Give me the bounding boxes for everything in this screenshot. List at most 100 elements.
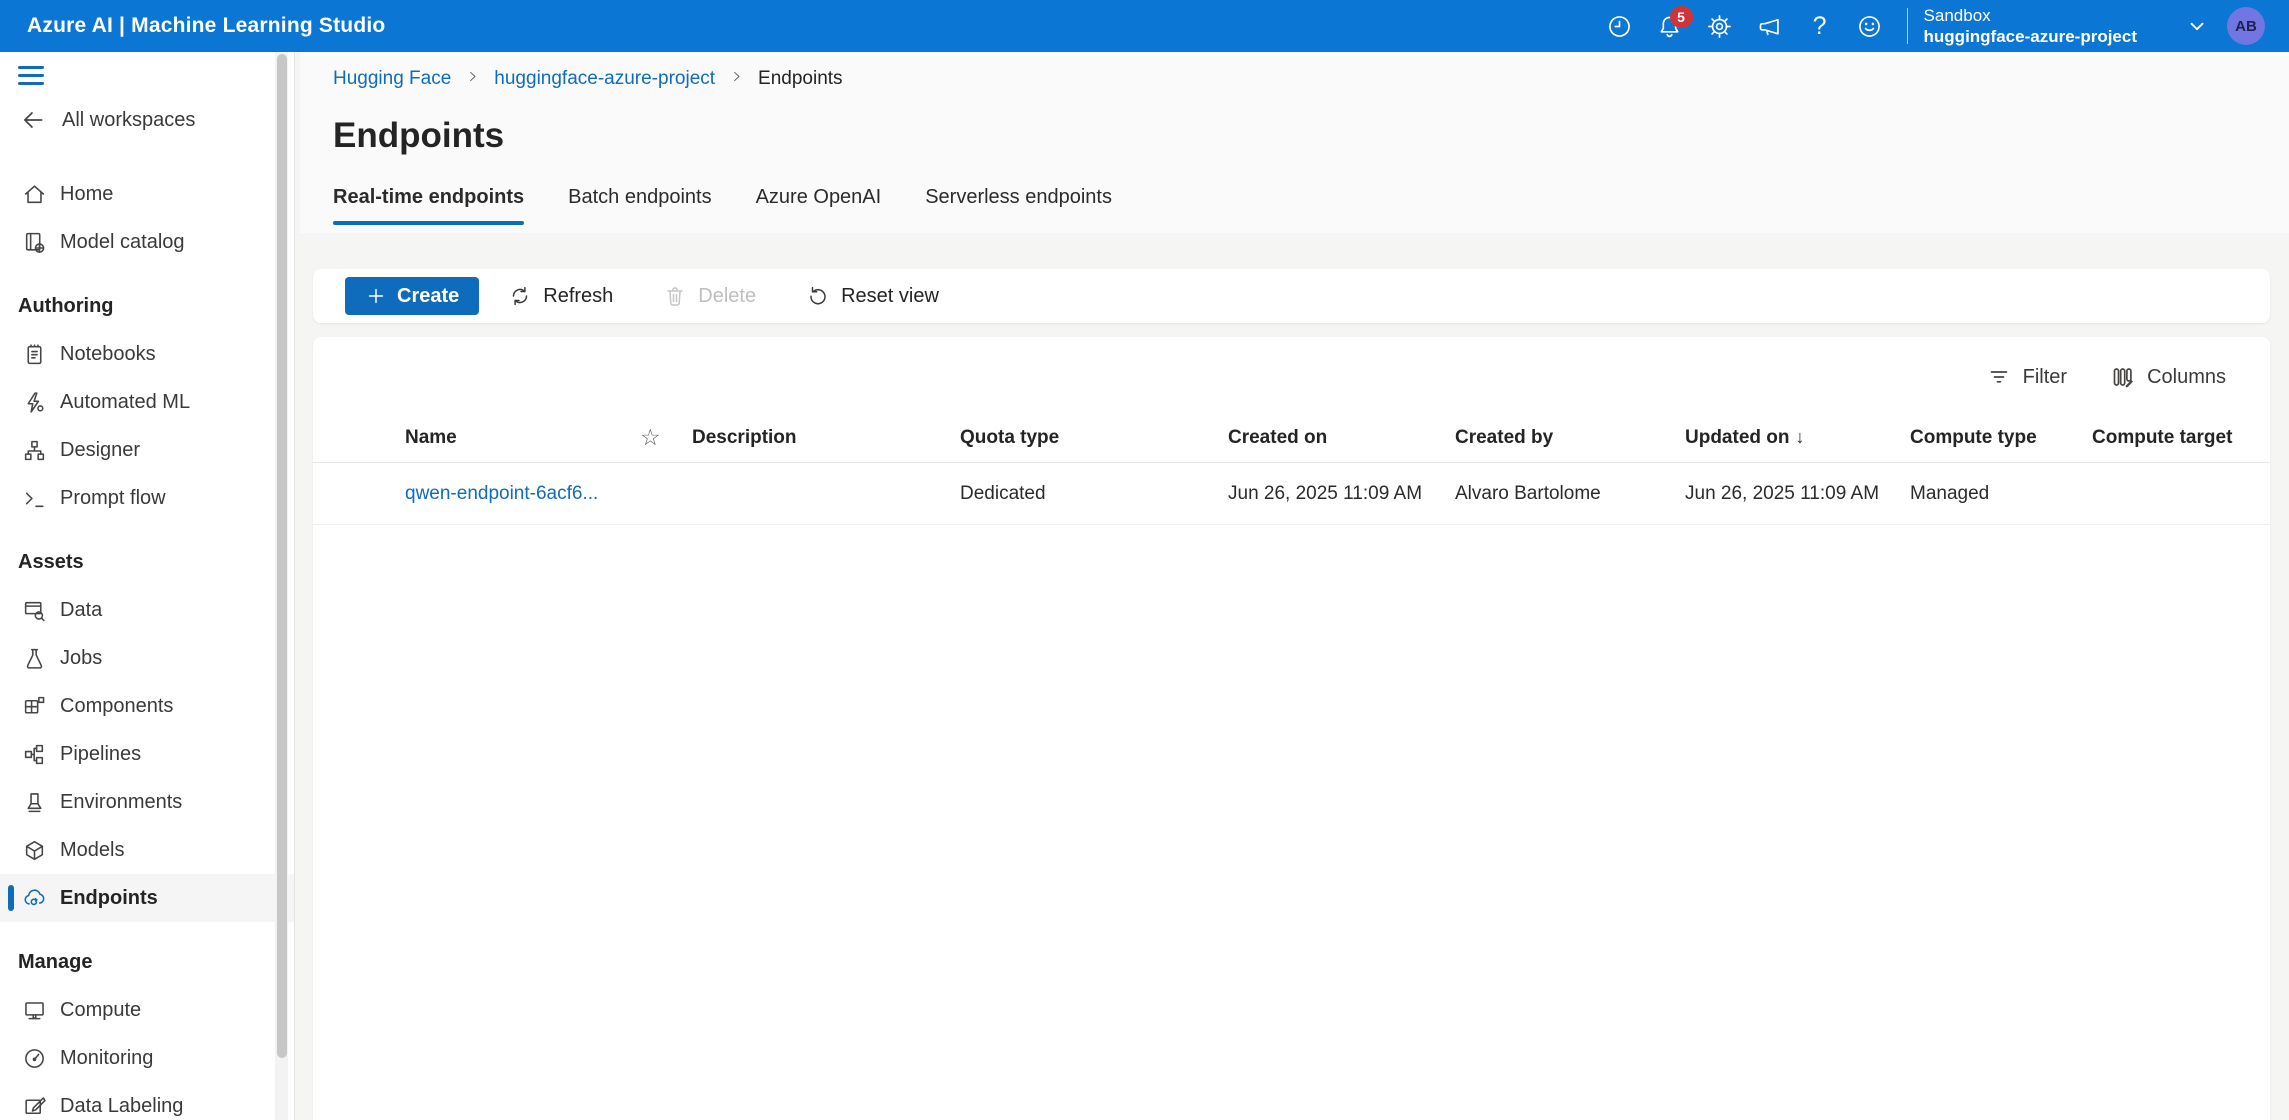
notebook-icon	[22, 342, 47, 367]
filter-icon	[1987, 365, 2011, 389]
reset-view-button[interactable]: Reset view	[785, 276, 960, 316]
endpoint-name-link[interactable]: qwen-endpoint-6acf6...	[405, 483, 598, 504]
data-labeling-icon	[22, 1094, 47, 1119]
column-header-updated-on-label: Updated on	[1685, 427, 1790, 448]
sidebar-item-label: Compute	[60, 999, 141, 1022]
pipelines-icon	[22, 742, 47, 767]
environments-icon	[22, 790, 47, 815]
favorite-star-icon[interactable]: ☆	[640, 424, 692, 451]
help-button[interactable]: ?	[1795, 4, 1845, 48]
announcements-button[interactable]	[1745, 4, 1795, 48]
sidebar-item-model-catalog[interactable]: Model catalog	[0, 218, 294, 266]
columns-button-label: Columns	[2147, 366, 2226, 389]
breadcrumb-separator	[465, 68, 480, 90]
delete-button[interactable]: Delete	[642, 276, 777, 316]
filter-button[interactable]: Filter	[1973, 357, 2081, 397]
workspace-selector[interactable]: Sandbox huggingface-azure-project	[1924, 5, 2137, 48]
workspace-dropdown-button[interactable]	[2177, 4, 2217, 48]
sidebar-item-label: Data Labeling	[60, 1095, 183, 1118]
prompt-flow-icon	[22, 486, 47, 511]
delete-button-label: Delete	[698, 285, 756, 308]
column-header-updated-on[interactable]: Updated on↓	[1685, 427, 1910, 449]
breadcrumb-hugging-face[interactable]: Hugging Face	[333, 68, 451, 90]
home-icon	[22, 182, 47, 207]
sidebar-item-label: Notebooks	[60, 343, 156, 366]
all-workspaces-label: All workspaces	[62, 109, 195, 132]
refresh-button-label: Refresh	[543, 285, 613, 308]
sidebar-section-authoring: Authoring	[0, 282, 294, 330]
trash-icon	[663, 284, 687, 308]
sidebar-item-label: Model catalog	[60, 231, 185, 254]
designer-icon	[22, 438, 47, 463]
column-header-name[interactable]: Name	[405, 427, 640, 449]
sidebar-item-automated-ml[interactable]: Automated ML	[0, 378, 294, 426]
help-icon: ?	[1813, 12, 1827, 41]
avatar[interactable]: AB	[2227, 7, 2265, 45]
megaphone-icon	[1756, 13, 1783, 40]
filter-button-label: Filter	[2023, 366, 2067, 389]
sidebar-section-manage: Manage	[0, 938, 294, 986]
notification-badge: 5	[1670, 6, 1693, 28]
sidebar-section-assets: Assets	[0, 538, 294, 586]
sidebar-item-models[interactable]: Models	[0, 826, 294, 874]
column-header-compute-type[interactable]: Compute type	[1910, 427, 2092, 449]
clock-button[interactable]	[1595, 4, 1645, 48]
sidebar-item-data[interactable]: Data	[0, 586, 294, 634]
sidebar-item-endpoints[interactable]: Endpoints	[0, 874, 294, 922]
sidebar-scrollbar[interactable]	[275, 52, 288, 1120]
refresh-button[interactable]: Refresh	[487, 276, 634, 316]
workspace-kind: Sandbox	[1924, 5, 2137, 26]
hamburger-menu-button[interactable]	[0, 52, 294, 98]
column-header-quota-type[interactable]: Quota type	[960, 427, 1228, 449]
feedback-button[interactable]	[1845, 4, 1895, 48]
tab-batch-endpoints[interactable]: Batch endpoints	[568, 186, 711, 225]
column-header-compute-target[interactable]: Compute target	[2092, 427, 2270, 449]
flask-icon	[22, 646, 47, 671]
column-header-created-on[interactable]: Created on	[1228, 427, 1455, 449]
sidebar-scrollbar-thumb[interactable]	[277, 54, 287, 1058]
page-header: Hugging Face huggingface-azure-project E…	[300, 52, 2289, 233]
sidebar-item-notebooks[interactable]: Notebooks	[0, 330, 294, 378]
sidebar-item-compute[interactable]: Compute	[0, 986, 294, 1034]
tab-bar: Real-time endpoints Batch endpoints Azur…	[333, 186, 2289, 225]
sidebar-item-data-labeling[interactable]: Data Labeling	[0, 1082, 294, 1120]
create-button[interactable]: Create	[345, 277, 479, 315]
create-button-label: Create	[397, 285, 459, 308]
table-actions: Filter Columns	[313, 357, 2270, 397]
data-icon	[22, 598, 47, 623]
back-arrow-icon	[20, 107, 46, 133]
column-header-created-by[interactable]: Created by	[1455, 427, 1685, 449]
smiley-icon	[1856, 13, 1883, 40]
chevron-right-icon	[729, 69, 744, 84]
sidebar-item-label: Environments	[60, 791, 182, 814]
table-row[interactable]: qwen-endpoint-6acf6... Dedicated Jun 26,…	[313, 463, 2270, 525]
row-updated-on-cell: Jun 26, 2025 11:09 AM	[1685, 483, 1910, 505]
column-header-description[interactable]: Description	[692, 427, 960, 449]
breadcrumb-project[interactable]: huggingface-azure-project	[494, 68, 715, 90]
plus-icon	[365, 285, 387, 307]
topbar-divider	[1907, 8, 1908, 44]
sidebar-item-label: Automated ML	[60, 391, 190, 414]
sidebar-item-pipelines[interactable]: Pipelines	[0, 730, 294, 778]
sidebar-item-jobs[interactable]: Jobs	[0, 634, 294, 682]
settings-button[interactable]	[1695, 4, 1745, 48]
sidebar-item-home[interactable]: Home	[0, 170, 294, 218]
tab-serverless-endpoints[interactable]: Serverless endpoints	[925, 186, 1112, 225]
clock-icon	[1606, 13, 1633, 40]
sidebar-item-environments[interactable]: Environments	[0, 778, 294, 826]
tab-azure-openai[interactable]: Azure OpenAI	[756, 186, 882, 225]
columns-button[interactable]: Columns	[2097, 357, 2240, 397]
endpoints-table: Name ☆ Description Quota type Created on…	[313, 413, 2270, 525]
sidebar-item-monitoring[interactable]: Monitoring	[0, 1034, 294, 1082]
sidebar-item-label: Pipelines	[60, 743, 141, 766]
tab-real-time-endpoints[interactable]: Real-time endpoints	[333, 186, 524, 225]
sidebar-item-designer[interactable]: Designer	[0, 426, 294, 474]
sidebar-item-components[interactable]: Components	[0, 682, 294, 730]
sidebar-item-prompt-flow[interactable]: Prompt flow	[0, 474, 294, 522]
command-bar: Create Refresh Delete Reset view	[313, 269, 2270, 323]
all-workspaces-link[interactable]: All workspaces	[0, 98, 294, 142]
endpoints-table-card: Filter Columns Name ☆ Description Quota …	[313, 337, 2270, 1120]
chevron-right-icon	[465, 69, 480, 84]
row-created-by-cell: Alvaro Bartolome	[1455, 483, 1685, 505]
notifications-button[interactable]: 5	[1645, 4, 1695, 48]
